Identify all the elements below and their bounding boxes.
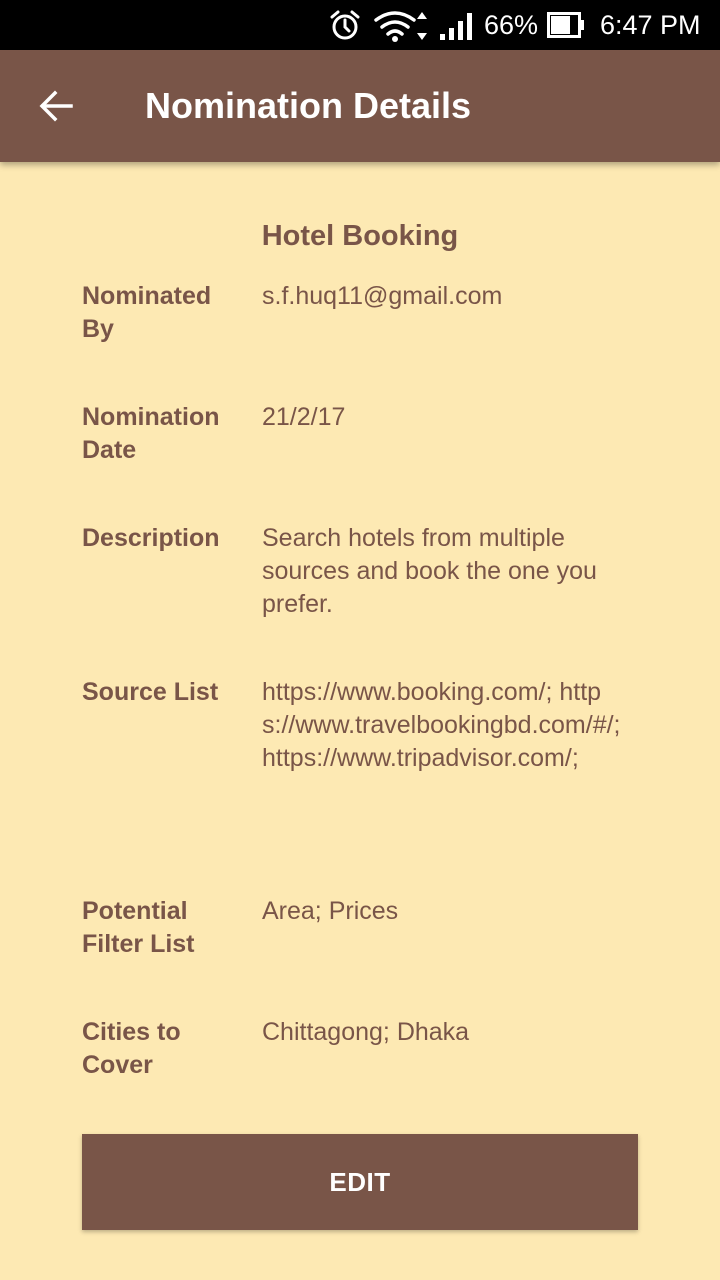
status-bar: 66% 6:47 PM bbox=[0, 0, 720, 50]
signal-icon bbox=[440, 13, 472, 40]
page-title: Nomination Details bbox=[145, 85, 472, 126]
detail-label: Nominated By bbox=[82, 282, 212, 343]
app-bar: Nomination Details bbox=[0, 50, 720, 162]
detail-value: Area; Prices bbox=[262, 897, 399, 925]
detail-value: Search hotels from multiple sources and … bbox=[262, 524, 597, 618]
status-time: 6:47 PM bbox=[600, 10, 701, 40]
wifi-icon bbox=[374, 11, 427, 42]
detail-label: Potential Filter List bbox=[82, 897, 195, 958]
detail-label: Nomination Date bbox=[82, 403, 220, 464]
detail-label: Description bbox=[82, 524, 220, 552]
edit-button[interactable]: EDIT bbox=[82, 1134, 638, 1230]
detail-label: Cities to Cover bbox=[82, 1018, 181, 1079]
detail-label: Source List bbox=[82, 678, 219, 706]
detail-value: Chittagong; Dhaka bbox=[262, 1018, 470, 1046]
back-button[interactable] bbox=[24, 74, 88, 138]
detail-value: https://www.booking.com/; https://www.tr… bbox=[262, 678, 621, 772]
detail-value: 21/2/17 bbox=[262, 403, 346, 431]
battery-percentage: 66% bbox=[484, 10, 539, 40]
alarm-icon bbox=[330, 10, 360, 40]
arrow-back-icon bbox=[39, 90, 73, 122]
battery-icon bbox=[547, 12, 584, 38]
detail-value: s.f.huq11@gmail.com bbox=[262, 282, 503, 310]
nomination-title: Hotel Booking bbox=[261, 220, 459, 252]
